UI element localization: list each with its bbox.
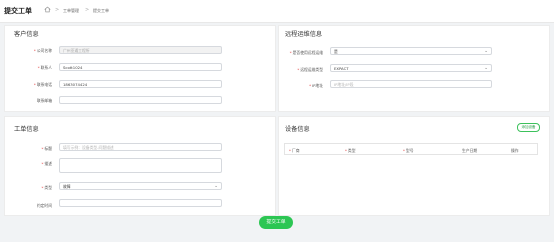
ticket-info-title: 工单信息: [14, 126, 39, 133]
ticket-title-label: 标题: [12, 146, 52, 152]
ip-label: IP地址: [283, 83, 323, 89]
ticket-title-label-text: 标题: [44, 146, 52, 151]
add-device-button[interactable]: 添加设备: [517, 123, 540, 132]
phone-label-text: 联系电话: [36, 82, 52, 87]
email-input[interactable]: [59, 96, 222, 104]
breadcrumb-separator: >: [55, 7, 60, 13]
phone-label: 联系电话: [12, 82, 52, 88]
remote-use-select[interactable]: 是 ⌄: [330, 47, 492, 55]
ticket-desc-label: 描述: [12, 161, 52, 167]
ip-placeholder: IP地址/IP段: [334, 82, 354, 87]
ticket-type-value: 故障: [63, 184, 71, 189]
phone-input[interactable]: 1863074424: [59, 80, 222, 88]
appointment-time-input[interactable]: [59, 199, 222, 207]
breadcrumb-submit-ticket: 提交工单: [93, 8, 109, 13]
company-label-text: 公司名称: [36, 48, 52, 53]
chevron-down-icon: ⌄: [484, 66, 488, 71]
home-icon[interactable]: [44, 6, 51, 13]
column-actions: 操作: [511, 148, 519, 153]
remote-use-label-text: 是否使用远程运维: [292, 50, 323, 55]
remote-type-select[interactable]: EXPACT ⌄: [330, 64, 492, 72]
breadcrumb-ticket-management[interactable]: 工单管理: [63, 8, 79, 14]
appointment-time-label: 约定时间: [36, 203, 52, 208]
ip-label-text: IP地址: [311, 83, 323, 88]
column-model[interactable]: 型号: [403, 148, 414, 154]
breadcrumb-separator: >: [85, 7, 90, 13]
company-label: 公司名称: [12, 48, 52, 54]
ticket-title-placeholder: 填写示例：设备类型-问题描述: [63, 145, 114, 150]
column-production-date[interactable]: 生产日期: [462, 148, 477, 154]
column-manufacturer[interactable]: 厂商: [289, 148, 300, 154]
column-manufacturer-text: 厂商: [291, 148, 300, 153]
ticket-desc-label-text: 描述: [44, 161, 52, 166]
remote-use-value: 是: [334, 49, 338, 54]
remote-type-value: EXPACT: [334, 66, 349, 71]
ticket-desc-textarea[interactable]: [59, 158, 222, 173]
email-label: 联系邮箱: [36, 98, 52, 103]
remote-type-label-text: 远程运维类型: [300, 67, 323, 72]
ip-input[interactable]: IP地址/IP段: [330, 80, 492, 88]
contact-label: 联系人: [12, 65, 52, 71]
customer-info-title: 客户信息: [14, 31, 39, 38]
ticket-type-label: 类型: [12, 185, 52, 191]
chevron-down-icon: ⌄: [484, 49, 488, 54]
device-info-card: [278, 116, 550, 216]
ticket-title-input[interactable]: 填写示例：设备类型-问题描述: [59, 143, 222, 151]
column-type[interactable]: 类型: [345, 148, 356, 154]
page-title: 提交工单: [4, 7, 32, 15]
contact-input[interactable]: Scott1024: [59, 63, 222, 71]
submit-ticket-button[interactable]: 提交工单: [259, 216, 293, 229]
ticket-type-select[interactable]: 故障 ⌄: [59, 182, 222, 190]
contact-label-text: 联系人: [40, 65, 52, 70]
remote-type-label: 远程运维类型: [283, 67, 323, 73]
remote-ops-title: 远程运维信息: [285, 31, 323, 38]
device-info-title: 设备信息: [285, 126, 310, 133]
remote-use-label: 是否使用远程运维: [283, 50, 323, 56]
top-bar: 提交工单 > 工单管理 > 提交工单: [0, 0, 554, 23]
company-input[interactable]: 广州亚通工程所: [59, 46, 222, 54]
column-model-text: 型号: [405, 148, 414, 153]
ticket-type-label-text: 类型: [44, 185, 52, 190]
column-type-text: 类型: [347, 148, 356, 153]
chevron-down-icon: ⌄: [214, 184, 218, 189]
device-table-header: 厂商 类型 型号 生产日期 操作: [284, 143, 538, 155]
